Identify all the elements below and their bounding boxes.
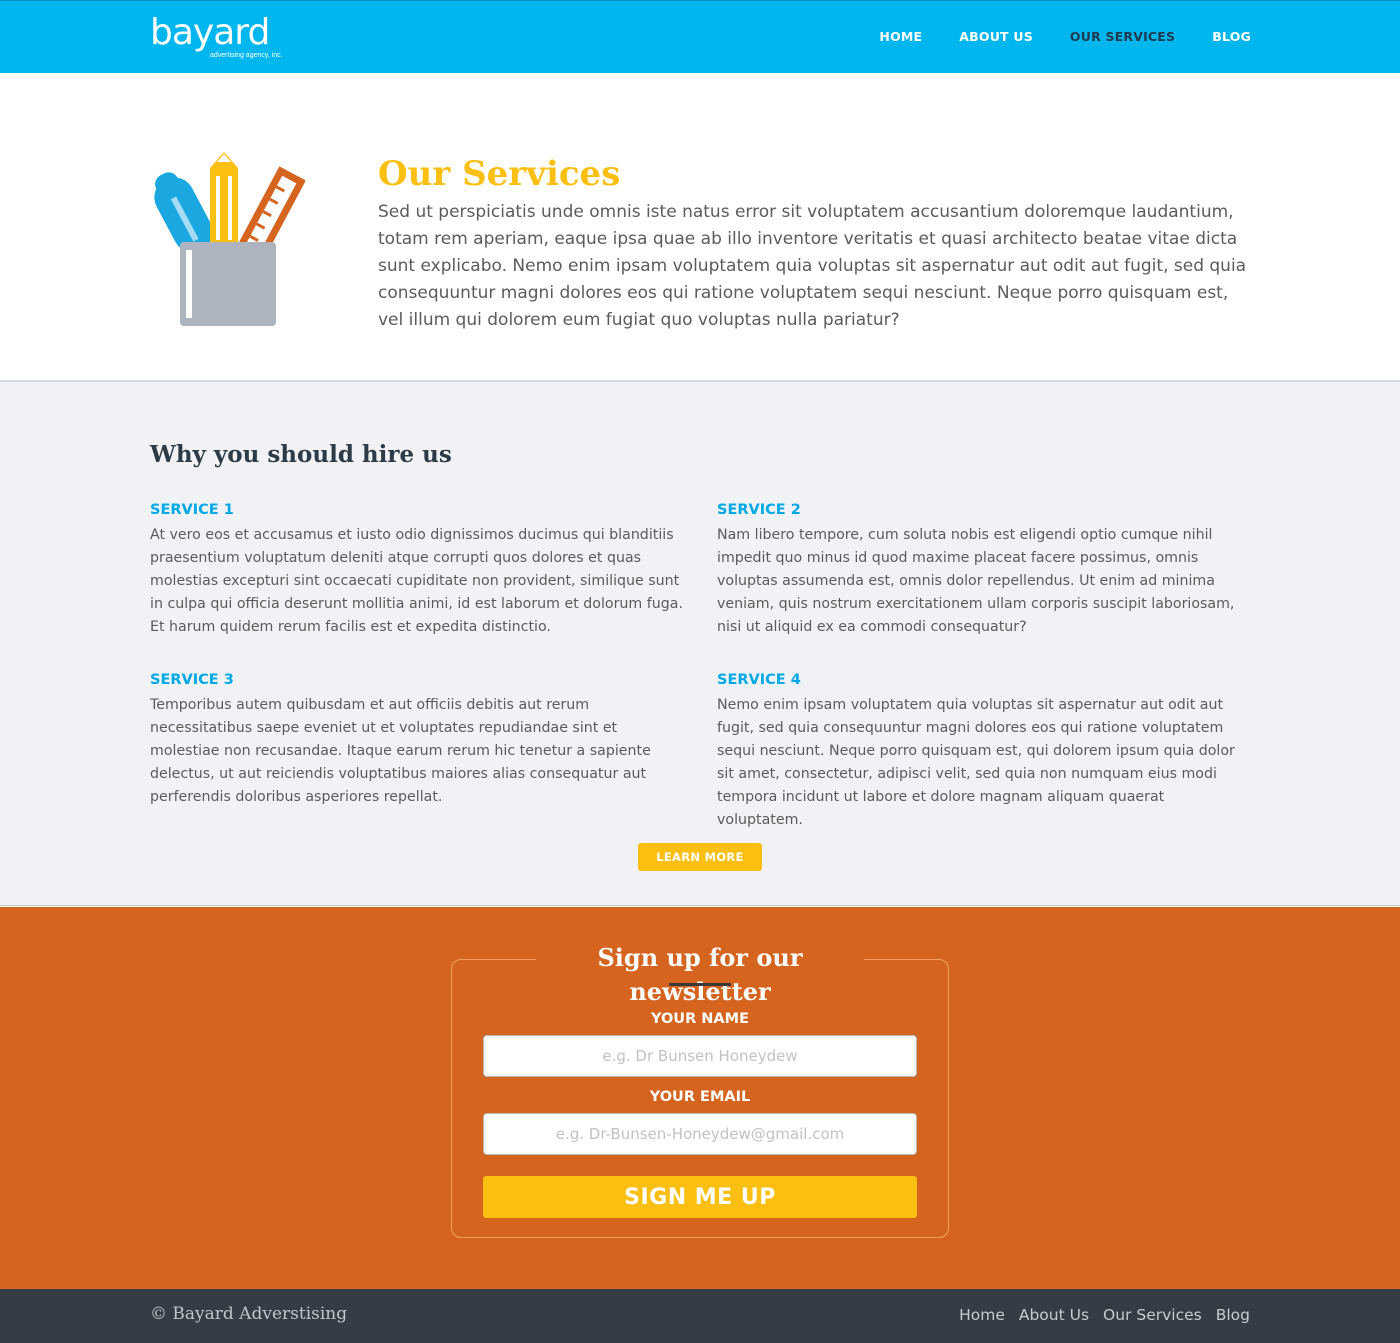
service-title: SERVICE 4 — [717, 672, 801, 688]
service-card: SERVICE 1 At vero eos et accusamus et iu… — [150, 502, 685, 639]
service-card: SERVICE 4 Nemo enim ipsam voluptatem qui… — [717, 672, 1252, 832]
logo-wordmark: bayard — [150, 12, 270, 53]
services-heading: Why you should hire us — [150, 441, 452, 468]
service-card: SERVICE 2 Nam libero tempore, cum soluta… — [717, 502, 1252, 639]
pencil-ruler-cup-icon — [154, 152, 305, 326]
newsletter-title: Sign up for our newsletter — [597, 943, 803, 1006]
hero-description: Sed ut perspiciatis unde omnis iste natu… — [378, 202, 1247, 330]
service-title: SERVICE 3 — [150, 672, 234, 688]
nav-our-services[interactable]: OUR SERVICES — [1070, 29, 1175, 44]
service-text: Nam libero tempore, cum soluta nobis est… — [717, 527, 1235, 635]
email-field[interactable] — [483, 1113, 917, 1155]
nav-blog[interactable]: BLOG — [1212, 29, 1251, 44]
service-text: Nemo enim ipsam voluptatem quia voluptas… — [717, 697, 1235, 828]
name-label: YOUR NAME — [651, 1011, 749, 1027]
sign-me-up-button[interactable]: SIGN ME UP — [483, 1176, 917, 1218]
nav-home[interactable]: HOME — [879, 29, 922, 44]
service-card: SERVICE 3 Temporibus autem quibusdam et … — [150, 672, 685, 809]
footer-link-home[interactable]: Home — [959, 1306, 1005, 1324]
copyright-text: © Bayard Adverstising — [150, 1304, 348, 1324]
site-footer: © Bayard Adverstising Home About Us Our … — [0, 1289, 1400, 1343]
service-text: Temporibus autem quibusdam et aut offici… — [150, 697, 651, 805]
learn-more-button[interactable]: LEARN MORE — [638, 843, 762, 871]
service-text: At vero eos et accusamus et iusto odio d… — [150, 527, 683, 635]
logo-tagline: advertising agency, inc. — [210, 52, 283, 59]
logo[interactable]: bayard advertising agency, inc. — [150, 12, 283, 60]
newsletter-title-wrap: Sign up for our newsletter — [536, 941, 864, 1009]
footer-link-about-us[interactable]: About Us — [1019, 1306, 1089, 1324]
service-title: SERVICE 1 — [150, 502, 234, 518]
nav-about-us[interactable]: ABOUT US — [959, 29, 1033, 44]
main-nav: HOME ABOUT US OUR SERVICES BLOG — [842, 29, 1251, 44]
page-title: Our Services — [378, 154, 621, 194]
footer-nav: Home About Us Our Services Blog — [945, 1306, 1250, 1324]
service-title: SERVICE 2 — [717, 502, 801, 518]
title-underline — [669, 983, 731, 986]
footer-link-blog[interactable]: Blog — [1216, 1306, 1250, 1324]
name-field[interactable] — [483, 1035, 917, 1077]
site-header: bayard advertising agency, inc. HOME ABO… — [0, 0, 1400, 73]
email-label: YOUR EMAIL — [649, 1089, 751, 1105]
footer-link-our-services[interactable]: Our Services — [1103, 1306, 1202, 1324]
